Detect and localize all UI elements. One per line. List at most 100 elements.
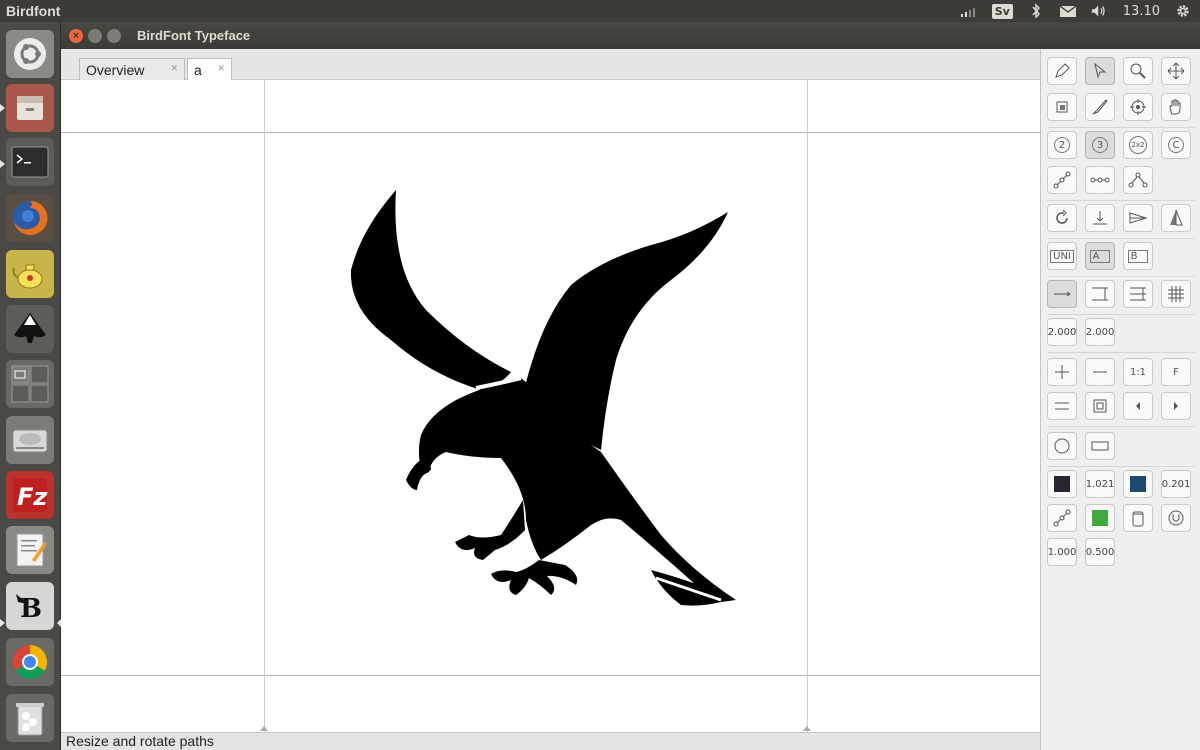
scale-spinner-2[interactable]: 0.500 — [1085, 538, 1115, 566]
left-side-bearing-line[interactable] — [264, 80, 265, 732]
toolbar-separator — [1047, 276, 1195, 277]
circle-shape-button[interactable] — [1047, 432, 1077, 460]
brush-tool-button[interactable] — [1085, 93, 1115, 121]
previous-view-button[interactable] — [1123, 392, 1153, 420]
curve-points-button[interactable] — [1047, 166, 1077, 194]
curve-c-button[interactable]: C — [1161, 131, 1191, 159]
svg-text:B: B — [20, 594, 42, 624]
fill-color-blue-button[interactable] — [1123, 470, 1153, 498]
running-indicator — [0, 160, 5, 168]
spinner-value: 1.000 — [1047, 546, 1077, 558]
grid-button[interactable] — [1161, 280, 1191, 308]
background-b-button[interactable]: B — [1123, 242, 1153, 270]
glyph-canvas[interactable] — [61, 80, 1040, 732]
tab-glyph-a[interactable]: a ✕ — [187, 58, 232, 81]
rectangle-shape-button[interactable] — [1085, 432, 1115, 460]
tab-overview[interactable]: Overview ✕ — [79, 58, 185, 80]
stroke-width-spinner-1[interactable]: 2.000 — [1047, 318, 1077, 346]
disk-drive-icon[interactable] — [6, 416, 54, 464]
close-tab-icon[interactable]: ✕ — [217, 63, 225, 74]
move-arrows-icon — [1167, 62, 1185, 80]
three-guides-button[interactable] — [1123, 280, 1153, 308]
zoom-tool-button[interactable] — [1123, 57, 1153, 85]
minimize-window-button[interactable] — [88, 28, 102, 43]
network-icon[interactable] — [960, 3, 978, 19]
maximize-window-button[interactable] — [107, 28, 121, 43]
trash-icon[interactable] — [6, 694, 54, 742]
zoom-fit-button[interactable]: F — [1161, 358, 1191, 386]
settings-gear-icon[interactable] — [1174, 3, 1192, 19]
bluetooth-icon[interactable] — [1027, 3, 1045, 19]
close-window-button[interactable]: × — [69, 28, 83, 43]
rotate-button[interactable] — [1047, 204, 1077, 232]
running-indicator — [0, 104, 5, 112]
target-icon — [1130, 99, 1146, 115]
unicode-u-button[interactable] — [1161, 504, 1191, 532]
right-side-bearing-line[interactable] — [807, 80, 808, 732]
two-guides-icon — [1092, 287, 1108, 301]
eagle-glyph[interactable] — [351, 190, 801, 610]
keyboard-layout-indicator[interactable]: Sv — [991, 3, 1013, 19]
equals-icon — [1055, 402, 1069, 410]
delete-button[interactable] — [1123, 504, 1153, 532]
fit-label: F — [1173, 366, 1179, 378]
workspace-switcher-icon[interactable] — [6, 360, 54, 408]
unicode-button[interactable]: UNI — [1047, 242, 1077, 270]
points-visibility-button[interactable] — [1047, 504, 1077, 532]
two-guides-button[interactable] — [1085, 280, 1115, 308]
two-point-button[interactable]: 2 — [1047, 131, 1077, 159]
background-a-button[interactable]: A — [1085, 242, 1115, 270]
chrome-icon[interactable] — [6, 638, 54, 686]
three-point-button[interactable]: 3 — [1085, 131, 1115, 159]
text-editor-icon[interactable] — [6, 526, 54, 574]
clock[interactable]: 13.10 — [1123, 4, 1160, 19]
inkscape-icon[interactable] — [6, 305, 54, 353]
fill-color-green-button[interactable] — [1085, 504, 1115, 532]
pen-tool-button[interactable] — [1047, 57, 1077, 85]
window-title: BirdFont Typeface — [137, 28, 251, 43]
ascender-guide-line[interactable] — [61, 132, 1040, 133]
line-points-button[interactable] — [1085, 166, 1115, 194]
zoom-out-button[interactable] — [1085, 358, 1115, 386]
fill-color-dark-button[interactable] — [1047, 470, 1077, 498]
baseline-guide-line[interactable] — [61, 675, 1040, 676]
full-glyph-zoom-button[interactable] — [1047, 392, 1077, 420]
resize-tool-button[interactable] — [1047, 93, 1077, 121]
guide-line-button[interactable] — [1047, 280, 1077, 308]
mail-icon[interactable] — [1059, 3, 1077, 19]
spinner-value: 2.000 — [1085, 326, 1115, 338]
select-tool-button[interactable] — [1085, 57, 1115, 85]
hand-tool-button[interactable] — [1161, 93, 1191, 121]
corner-points-button[interactable] — [1123, 166, 1153, 194]
bezier-icon — [1053, 171, 1071, 189]
flip-horizontal-button[interactable] — [1123, 204, 1153, 232]
next-view-button[interactable] — [1161, 392, 1191, 420]
zoom-in-button[interactable] — [1047, 358, 1077, 386]
terminal-icon[interactable] — [6, 138, 54, 186]
right-guide-handle[interactable] — [803, 726, 811, 731]
firefox-icon[interactable] — [6, 194, 54, 242]
move-tool-button[interactable] — [1161, 57, 1191, 85]
flip-vertical-button[interactable] — [1161, 204, 1191, 232]
spinner-value: 0.201 — [1161, 478, 1191, 490]
circle-point-tool-button[interactable] — [1123, 93, 1153, 121]
stroke-width-spinner-2[interactable]: 2.000 — [1085, 318, 1115, 346]
zoom-boundaries-button[interactable] — [1085, 392, 1115, 420]
window-titlebar[interactable]: × BirdFont Typeface — [61, 22, 1200, 49]
grid-2x2-button[interactable]: 2x2 — [1123, 131, 1153, 159]
birdfont-icon[interactable]: B — [6, 582, 54, 630]
size-spinner-2[interactable]: 0.201 — [1161, 470, 1191, 498]
volume-icon[interactable] — [1091, 3, 1109, 19]
filezilla-icon[interactable]: Fz — [6, 471, 54, 519]
left-guide-handle[interactable] — [260, 726, 268, 731]
toolbar-separator — [1047, 127, 1195, 128]
close-tab-icon[interactable]: ✕ — [170, 63, 178, 74]
tool-panel: 2 3 2x2 C UNI A B 2.000 2.000 1:1 F 1.02… — [1040, 49, 1200, 750]
zoom-one-to-one-button[interactable]: 1:1 — [1123, 358, 1153, 386]
align-bottom-button[interactable] — [1085, 204, 1115, 232]
ubuntu-dash-icon[interactable] — [6, 30, 54, 78]
size-spinner-1[interactable]: 1.021 — [1085, 470, 1115, 498]
teapot-app-icon[interactable] — [6, 250, 54, 298]
scale-spinner-1[interactable]: 1.000 — [1047, 538, 1077, 566]
files-icon[interactable] — [6, 84, 54, 132]
